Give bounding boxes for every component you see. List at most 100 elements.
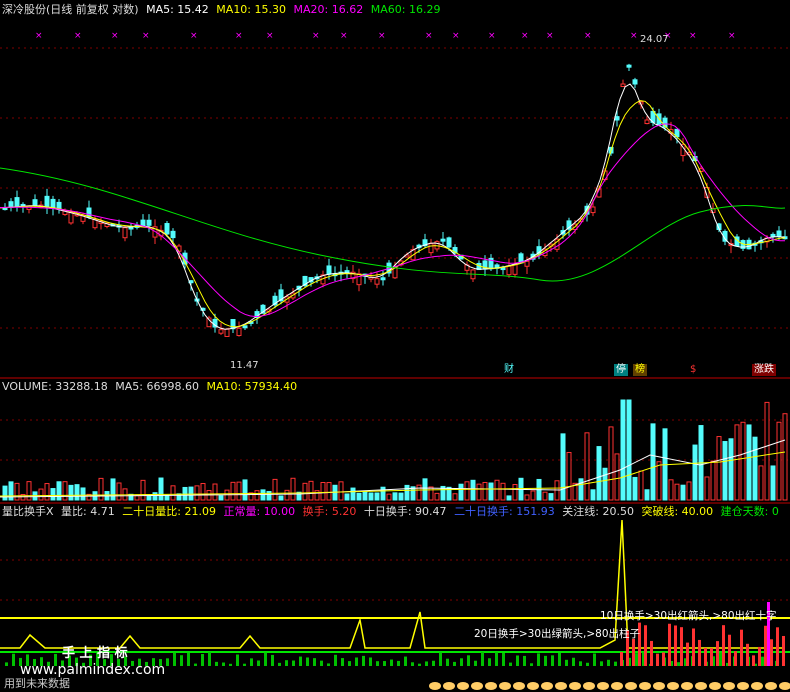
event-halt[interactable]: 停 (614, 364, 628, 376)
volume-bar (110, 478, 116, 501)
turnover-bar (5, 662, 8, 666)
turnover-bar (439, 652, 442, 666)
indicator-name: 量比换手X (2, 505, 54, 518)
candlestick (524, 260, 530, 267)
event-ranking[interactable]: 榜 (633, 364, 647, 376)
turnover-red-bar (668, 623, 671, 666)
volume-bar (470, 479, 476, 501)
turnover-bar (12, 653, 15, 666)
volume-bar (44, 483, 50, 501)
liangbi-line (0, 519, 785, 649)
candlestick (122, 227, 128, 239)
candlestick (146, 219, 152, 226)
day-marker (667, 682, 679, 690)
day-marker (723, 682, 735, 690)
volume-bar (194, 485, 200, 501)
turnover-bar (523, 655, 526, 666)
volume-bar (428, 486, 434, 501)
turnover-bar (369, 657, 372, 666)
volume-bar (398, 492, 404, 501)
day-marker (541, 682, 553, 690)
volume-bar (260, 489, 266, 501)
build-days-readout: 建仓天数: 0 (720, 505, 779, 518)
volume-bar (668, 479, 674, 501)
candlestick (632, 79, 638, 85)
turnover-red-bar (674, 625, 677, 666)
turnover-bar (537, 653, 540, 666)
turnover-red-bar (734, 651, 737, 666)
volume-bar (278, 495, 284, 501)
day-marker (737, 682, 749, 690)
volume-ma10-readout: MA10: 57934.40 (206, 380, 298, 393)
volume-bar (512, 484, 518, 501)
candlestick (236, 327, 242, 337)
candlestick (446, 237, 452, 248)
volume-bar (14, 482, 20, 501)
event-limit[interactable]: 涨跌 (752, 364, 776, 376)
watch-line-readout: 关注线: 20.50 (562, 505, 634, 518)
turnover20-readout: 二十日换手: 151.93 (454, 505, 555, 518)
candlestick (344, 270, 350, 274)
volume-bar (560, 433, 566, 501)
volume-bar (338, 481, 344, 501)
volume-bar (188, 486, 194, 501)
volume-bar (98, 477, 104, 501)
signal-marker: × (584, 31, 592, 41)
volume-bar (290, 477, 296, 501)
day-marker (513, 682, 525, 690)
volume-bar (218, 495, 224, 501)
volume-bar (578, 478, 584, 501)
volume-bar (650, 423, 656, 501)
turnover-bar (250, 658, 253, 666)
turnover-red-bar (770, 639, 773, 666)
stock-chart-canvas[interactable]: × × × × × × × × × × × × × × × × × × × × (0, 0, 790, 692)
turnover-red-bar (722, 625, 725, 666)
turnover-bar (600, 661, 603, 666)
volume-bar (242, 479, 248, 501)
volume-bar (722, 441, 728, 501)
turnover-bar (299, 656, 302, 666)
breakout-line-readout: 突破线: 40.00 (641, 505, 714, 518)
turnover-red-bar (698, 639, 701, 666)
turnover-red-bar (764, 625, 767, 666)
volume-bar (74, 484, 80, 501)
day-marker (597, 682, 609, 690)
day-marker (611, 682, 623, 690)
turnover-red-bar (686, 642, 689, 666)
signal-marker: × (266, 31, 274, 41)
volume-bar (434, 492, 440, 501)
volume-bar (230, 481, 236, 501)
turnover-readout: 换手: 5.20 (302, 505, 357, 518)
event-finance[interactable]: 财 (502, 364, 516, 376)
volume-bar (680, 484, 686, 501)
ma60-readout: MA60: 16.29 (370, 3, 441, 16)
turnover-bar (558, 653, 561, 666)
turnover-bar (229, 663, 232, 666)
volume-bar (302, 482, 308, 501)
volume-bar (500, 482, 506, 501)
volume-bar (50, 488, 56, 501)
candlestick (224, 328, 230, 337)
turnover-red-bar (650, 640, 653, 666)
volume-bar (266, 491, 272, 501)
volume-bar (548, 493, 554, 501)
turnover-bar (278, 662, 281, 666)
signal-marker: × (452, 31, 460, 41)
day-marker (471, 682, 483, 690)
signal-marker: × (111, 31, 119, 41)
candlestick (68, 211, 74, 224)
turnover-bar (376, 661, 379, 666)
turnover-bar (761, 656, 764, 666)
volume-bar (632, 476, 638, 501)
volume-bar (710, 460, 716, 501)
event-dollar[interactable]: $ (688, 364, 698, 376)
signal-marker: × (378, 31, 386, 41)
turnover-bar (320, 660, 323, 666)
normal-volume-readout: 正常量: 10.00 (223, 505, 296, 518)
volume-bar (752, 436, 758, 501)
turnover-red-bar (728, 634, 731, 666)
turnover-red-bar (752, 655, 755, 666)
turnover-bar (411, 662, 414, 666)
volume-bar (692, 444, 698, 501)
turnover-bar (516, 655, 519, 666)
